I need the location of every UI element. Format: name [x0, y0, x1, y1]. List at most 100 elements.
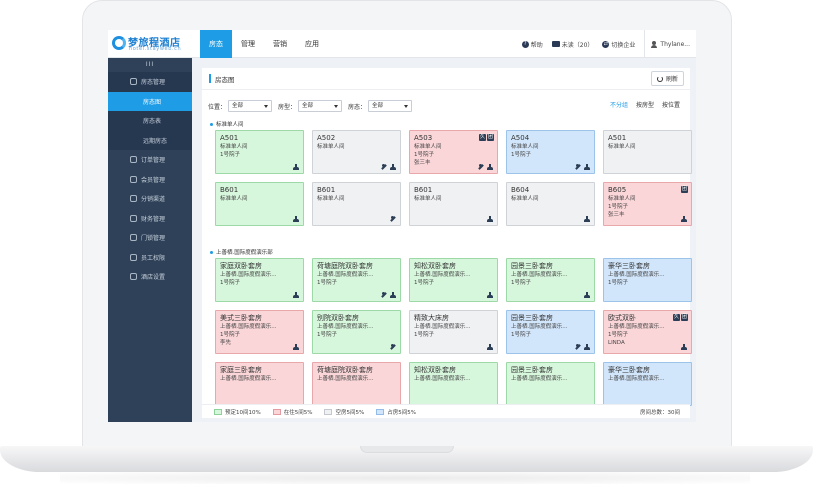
message-icon: [551, 41, 560, 47]
cleaning-icon: [293, 344, 299, 350]
sidebar-item-label: 分销渠道: [141, 196, 166, 204]
help-icon: ?: [521, 40, 529, 48]
sidebar-item-room-status-mgmt[interactable]: 房态管理: [108, 72, 192, 92]
room-type: 标准单人间: [220, 196, 248, 202]
room-card[interactable]: 家庭双卧套房 上善栖.国际度假演乐... 1号院子: [215, 258, 304, 302]
room-card[interactable]: 园景三卧套房 上善栖.国际度假演乐...: [506, 362, 595, 406]
room-number: B601: [220, 186, 239, 194]
room-card[interactable]: 精致大床房 上善栖.国际度假演乐... 1号院子: [409, 310, 498, 354]
app-screen: 梦旅程酒店 hotel.stayweb.cn 房态 管理 营销 应用 ? 帮助 …: [108, 30, 696, 422]
room-number: A501: [220, 134, 239, 142]
room-number: 知松双卧套房: [414, 366, 456, 374]
sidebar-item-room-map[interactable]: 房态图: [108, 91, 192, 111]
tab-marketing[interactable]: 营销: [264, 30, 296, 58]
room-card[interactable]: 豪华三卧套房 上善栖.国际度假演乐...: [603, 362, 692, 406]
view-mode-links: 不分组 按房型 按位置: [602, 100, 680, 109]
room-type: 标准单人间: [608, 196, 636, 202]
section-label: 上善栖.国际度假演乐部: [216, 250, 273, 256]
room-card[interactable]: A504 标准单人间 1号院子: [506, 130, 595, 174]
status-filter-label: 房态：: [348, 103, 367, 111]
room-card[interactable]: 知松双卧套房 上善栖.国际度假演乐...: [409, 362, 498, 406]
room-card[interactable]: 荷塘庭院双卧套房 上善栖.国际度假演乐... 1号院子: [312, 258, 401, 302]
room-card[interactable]: 园景三卧套房 上善栖.国际度假演乐... 1号院子: [506, 258, 595, 302]
legend-label: 在住5间5%: [283, 409, 313, 416]
tab-management[interactable]: 管理: [232, 30, 264, 58]
room-type: 上善栖.国际度假演乐...: [511, 376, 568, 382]
room-number: B605: [608, 186, 627, 194]
room-tags: 久团: [672, 314, 688, 321]
room-card[interactable]: A501 标准单人间: [603, 130, 692, 174]
sidebar-item-channels[interactable]: 分销渠道: [108, 189, 192, 209]
brand-domain: hotel.stayweb.cn: [129, 46, 182, 52]
cleaning-icon: [584, 292, 590, 298]
sidebar-item-room-table[interactable]: 房态表: [108, 111, 192, 131]
roomtype-select[interactable]: 全部: [298, 100, 343, 112]
room-indicators: [378, 292, 396, 298]
room-card[interactable]: 荷塘庭院双卧套房 上善栖.国际度假演乐...: [312, 362, 401, 406]
room-building: 1号院子: [317, 280, 337, 286]
cleaning-icon: [293, 164, 299, 170]
room-card[interactable]: A503 标准单人间 1号院子 张三丰久团: [409, 130, 498, 174]
room-card[interactable]: B605 标准单人间 1号院子 张三丰 团: [603, 182, 692, 226]
unread-messages-link[interactable]: 未读（20）: [551, 40, 594, 49]
room-number: 豪华三卧套房: [608, 366, 650, 374]
room-indicators: [387, 344, 396, 350]
sidebar-item-members[interactable]: 会员管理: [108, 170, 192, 190]
sidebar-item-future-status[interactable]: 远期房态: [108, 130, 192, 150]
repair-icon: [390, 344, 396, 350]
room-indicators: [572, 164, 590, 170]
user-menu[interactable]: Thylane...: [644, 30, 696, 58]
refresh-button[interactable]: 刷新: [650, 71, 684, 86]
refresh-label: 刷新: [665, 76, 678, 83]
view-no-group[interactable]: 不分组: [610, 100, 628, 109]
sidebar-toggle[interactable]: III: [108, 58, 192, 72]
location-filter-label: 位置：: [208, 103, 227, 111]
cleaning-icon: [487, 216, 493, 222]
room-card[interactable]: B601 标准单人间: [215, 182, 304, 226]
brand-logo[interactable]: 梦旅程酒店 hotel.stayweb.cn: [112, 34, 198, 54]
room-card[interactable]: A501 标准单人间 1号院子: [215, 130, 304, 174]
unread-label: 未读（20）: [561, 41, 594, 49]
room-card[interactable]: B604 标准单人间: [506, 182, 595, 226]
room-indicators: [378, 164, 396, 170]
location-select[interactable]: 全部: [228, 100, 273, 112]
view-by-location[interactable]: 按位置: [662, 100, 680, 109]
page-title: 房态图: [215, 75, 235, 84]
room-card[interactable]: 豪华三卧套房 上善栖.国际度假演乐... 1号院子: [603, 258, 692, 302]
repair-icon: [381, 292, 387, 298]
room-indicators: [572, 344, 590, 350]
room-card[interactable]: 家庭三卧套房 上善栖.国际度假演乐...: [215, 362, 304, 406]
legend-swatch: [272, 408, 281, 415]
room-indicators: [290, 216, 299, 222]
room-number: 荷塘庭院双卧套房: [317, 366, 373, 374]
sidebar-item-finance[interactable]: 财务管理: [108, 209, 192, 229]
staff-icon: [130, 253, 137, 261]
help-link[interactable]: ? 帮助: [521, 40, 543, 49]
room-card[interactable]: 别院双卧套房 上善栖.国际度假演乐... 1号院子: [312, 310, 401, 354]
legend-swatch: [324, 408, 333, 415]
status-select[interactable]: 全部: [368, 100, 413, 112]
room-card[interactable]: B601 标准单人间: [312, 182, 401, 226]
sidebar-item-staff[interactable]: 员工权限: [108, 248, 192, 268]
room-card[interactable]: 美式三卧套房 上善栖.国际度假演乐... 1号院子 李先: [215, 310, 304, 354]
room-indicators: [484, 292, 493, 298]
cleaning-icon: [584, 344, 590, 350]
sidebar-item-door-lock[interactable]: 门锁管理: [108, 228, 192, 248]
room-card[interactable]: A502 标准单人间: [312, 130, 401, 174]
repair-icon: [381, 164, 387, 170]
tab-apps[interactable]: 应用: [296, 30, 328, 58]
switch-company-link[interactable]: ⇄ 切换企业: [602, 40, 635, 49]
room-card[interactable]: 园景三卧套房 上善栖.国际度假演乐... 1号院子: [506, 310, 595, 354]
room-card[interactable]: 知松双卧套房 上善栖.国际度假演乐... 1号院子: [409, 258, 498, 302]
sidebar-item-settings[interactable]: 酒店设置: [108, 267, 192, 287]
section-heading-resort: 上善栖.国际度假演乐部: [210, 248, 273, 256]
room-card[interactable]: B601 标准单人间: [409, 182, 498, 226]
room-building: 1号院子: [511, 332, 531, 338]
room-card[interactable]: 欧式双卧 上善栖.国际度假演乐... 1号院子 LINDA 久团: [603, 310, 692, 354]
legend-label: 预定10间10%: [225, 409, 261, 416]
room-number: 家庭双卧套房: [220, 262, 262, 270]
tab-room-status[interactable]: 房态: [200, 30, 232, 58]
sidebar-item-orders[interactable]: 订单管理: [108, 150, 192, 170]
room-number: 知松双卧套房: [414, 262, 456, 270]
view-by-roomtype[interactable]: 按房型: [636, 100, 654, 109]
